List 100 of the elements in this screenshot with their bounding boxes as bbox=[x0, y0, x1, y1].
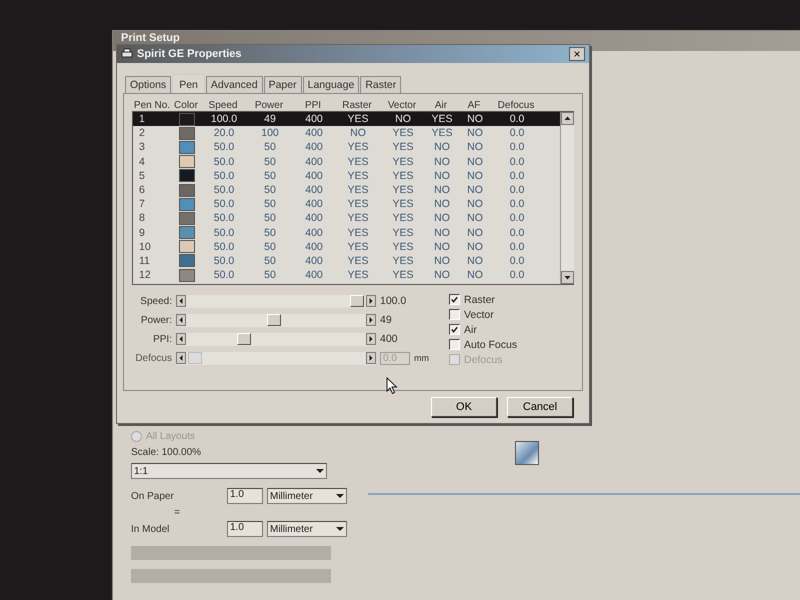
table-row[interactable]: 2 20.0 100 400 NO YES YES NO 0.0 bbox=[133, 126, 560, 140]
arrow-left-icon[interactable] bbox=[176, 314, 186, 326]
table-cell-text: 12 bbox=[138, 269, 152, 282]
table-cell-text: 0.0 bbox=[508, 226, 526, 239]
field-label: In Model bbox=[131, 524, 170, 534]
column-header: Defocus bbox=[496, 100, 536, 111]
table-cell-text: 400 bbox=[304, 127, 324, 140]
table-cell-text: 50.0 bbox=[212, 141, 236, 154]
table-row[interactable]: 3 50.0 50 400 YES YES NO NO 0.0 bbox=[133, 140, 560, 155]
arrow-left-icon[interactable] bbox=[176, 295, 186, 307]
table-cell-text: YES bbox=[391, 184, 414, 196]
table-cell-text: NO bbox=[466, 254, 484, 267]
table-cell-text: 50.0 bbox=[212, 226, 236, 239]
table-cell-text: NO bbox=[466, 127, 484, 140]
unit-dropdown[interactable]: Millimeter bbox=[267, 521, 347, 537]
table-cell-text: 50 bbox=[263, 141, 277, 154]
unit-dropdown[interactable]: Millimeter bbox=[267, 488, 347, 504]
table-cell-text: YES bbox=[346, 254, 370, 267]
table-cell-text: NO bbox=[433, 141, 451, 154]
table-cell-text: 50 bbox=[263, 212, 277, 224]
table-cell-text: 0.0 bbox=[508, 156, 526, 168]
table-cell-text: YES bbox=[346, 170, 370, 182]
table-cell-text: NO bbox=[433, 156, 451, 168]
table-row[interactable]: 1 100.0 49 400 YES NO YES NO 0.0 bbox=[133, 112, 560, 126]
table-row[interactable]: 7 50.0 50 400 YES YES NO NO 0.0 bbox=[133, 197, 560, 212]
preview-thumbnail-icon bbox=[515, 441, 539, 465]
table-cell-text: 2 bbox=[138, 127, 146, 140]
table-cell-text: 20.0 bbox=[212, 127, 236, 140]
table-cell-text: 400 bbox=[304, 170, 324, 182]
table-cell-text: YES bbox=[346, 184, 370, 196]
table-cell-text: 6 bbox=[138, 184, 146, 196]
tab[interactable]: Language bbox=[302, 76, 360, 93]
table-cell-text: YES bbox=[346, 226, 370, 239]
table-cell-text: 0.0 bbox=[508, 141, 526, 154]
slider-label: PPI: bbox=[152, 334, 172, 344]
arrow-right-icon[interactable] bbox=[366, 295, 376, 307]
table-cell-text: 50.0 bbox=[212, 170, 236, 182]
arrow-right-icon[interactable] bbox=[366, 352, 376, 364]
arrow-right-icon[interactable] bbox=[366, 314, 376, 326]
checkbox[interactable] bbox=[449, 294, 460, 305]
table-row[interactable]: 8 50.0 50 400 YES YES NO NO 0.0 bbox=[133, 211, 560, 226]
scrollbar[interactable] bbox=[560, 112, 574, 284]
table-cell-text: 50 bbox=[263, 269, 277, 282]
tab[interactable]: Options bbox=[125, 76, 172, 93]
input-field[interactable]: 1.0 bbox=[227, 521, 263, 537]
table-cell-text: 400 bbox=[304, 254, 324, 267]
input-field[interactable]: 1.0 bbox=[227, 488, 263, 504]
table-cell-text: YES bbox=[391, 198, 414, 210]
table-row[interactable]: 11 50.0 50 400 YES YES NO NO 0.0 bbox=[133, 254, 560, 268]
table-row[interactable]: 5 50.0 50 400 YES YES NO NO 0.0 bbox=[133, 168, 560, 183]
table-cell-text: 400 bbox=[304, 184, 324, 196]
tab[interactable]: Pen bbox=[172, 74, 205, 94]
table-cell-text: YES bbox=[391, 212, 414, 224]
scroll-up-icon[interactable] bbox=[561, 112, 574, 125]
arrow-left-icon[interactable] bbox=[176, 352, 186, 364]
table-cell-text: 50 bbox=[263, 198, 277, 210]
tab[interactable]: Raster bbox=[360, 76, 402, 93]
table-row[interactable]: 4 50.0 50 400 YES YES NO NO 0.0 bbox=[133, 154, 560, 169]
table-cell-text: YES bbox=[346, 198, 370, 210]
table-cell-text: 1 bbox=[138, 113, 146, 126]
dialog-button[interactable]: OK bbox=[431, 397, 497, 417]
table-cell-text: 0.0 bbox=[508, 240, 526, 253]
table-cell-text: 0.0 bbox=[508, 254, 526, 267]
table-cell-text: 0.0 bbox=[508, 127, 526, 140]
column-header: Raster bbox=[341, 100, 373, 111]
window-title: Print Setup bbox=[121, 32, 180, 44]
table-cell-text: 50 bbox=[263, 240, 277, 253]
checkbox-label: Raster bbox=[464, 294, 495, 306]
table-cell-text: NO bbox=[466, 212, 484, 224]
close-button[interactable]: × bbox=[569, 47, 585, 61]
dialog-button[interactable]: Cancel bbox=[507, 397, 573, 417]
table-cell-text: NO bbox=[433, 170, 451, 182]
checkbox[interactable] bbox=[449, 324, 460, 335]
table-cell-text: NO bbox=[433, 226, 451, 239]
table-cell-text: 50 bbox=[263, 156, 277, 168]
table-cell-text: YES bbox=[391, 141, 414, 154]
table-cell-text: YES bbox=[346, 212, 370, 224]
scale-dropdown[interactable]: 1:1 bbox=[131, 463, 327, 479]
tab[interactable]: Advanced bbox=[206, 76, 263, 93]
table-row[interactable]: 12 50.0 50 400 YES YES NO NO 0.0 bbox=[133, 268, 560, 282]
table-cell-text: 50 bbox=[263, 170, 277, 182]
table-row[interactable]: 10 50.0 50 400 YES YES NO NO 0.0 bbox=[133, 240, 560, 254]
table-cell-text: NO bbox=[394, 113, 412, 126]
table-cell-text: NO bbox=[466, 141, 484, 154]
checkbox[interactable] bbox=[449, 339, 460, 350]
tab[interactable]: Paper bbox=[264, 76, 302, 93]
arrow-left-icon[interactable] bbox=[176, 333, 186, 345]
checkbox[interactable] bbox=[449, 309, 460, 320]
table-cell-text: 4 bbox=[138, 156, 146, 168]
scroll-down-icon[interactable] bbox=[561, 271, 574, 284]
table-cell-text: 400 bbox=[304, 212, 324, 224]
arrow-right-icon[interactable] bbox=[366, 333, 376, 345]
table-row[interactable]: 6 50.0 50 400 YES YES NO NO 0.0 bbox=[133, 182, 560, 198]
table-cell-text: 400 bbox=[304, 226, 324, 239]
table-cell-text: 50.0 bbox=[212, 184, 236, 196]
table-cell-text: 400 bbox=[304, 141, 324, 154]
table-cell-text: YES bbox=[346, 269, 370, 282]
table-row[interactable]: 9 50.0 50 400 YES YES NO NO 0.0 bbox=[133, 226, 560, 240]
table-cell-text: 50 bbox=[263, 184, 277, 196]
table-cell-text: 3 bbox=[138, 141, 146, 154]
